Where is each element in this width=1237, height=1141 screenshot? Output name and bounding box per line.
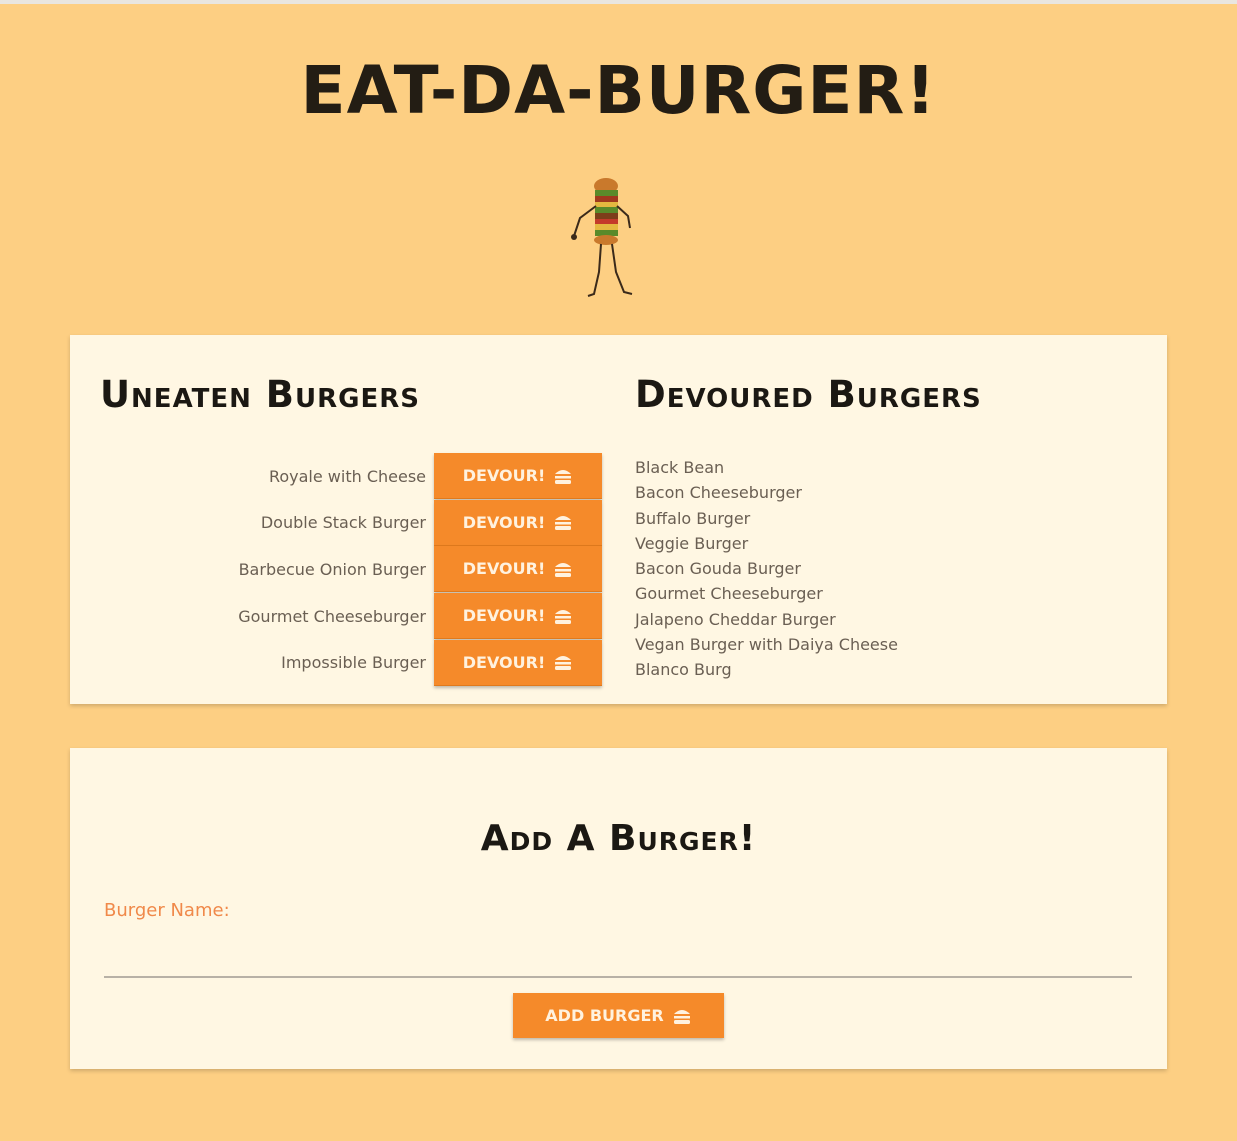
burger-name: Impossible Burger	[281, 653, 426, 673]
burger-icon	[555, 469, 572, 484]
uneaten-item: Double Stack Burger DEVOUR!	[100, 499, 602, 547]
devoured-item: Vegan Burger with Daiya Cheese	[635, 635, 898, 655]
devour-button-label: DEVOUR!	[462, 606, 546, 626]
devour-button[interactable]: DEVOUR!	[434, 453, 602, 500]
devoured-item: Veggie Burger	[635, 533, 749, 553]
devoured-item: Bacon Gouda Burger	[635, 559, 801, 579]
devour-button[interactable]: DEVOUR!	[434, 593, 602, 640]
add-burger-button[interactable]: ADD BURGER	[513, 993, 724, 1038]
burger-icon	[555, 516, 572, 531]
devour-button[interactable]: DEVOUR!	[434, 499, 602, 546]
devour-button-label: DEVOUR!	[462, 466, 546, 486]
uneaten-item: Barbecue Onion Burger DEVOUR!	[100, 546, 602, 593]
burger-name-label: Burger Name:	[104, 900, 230, 921]
devour-button-label: DEVOUR!	[462, 512, 546, 532]
page: EAT-DA-BURGER! Uneaten Burgers Devoured …	[0, 0, 1237, 1141]
uneaten-list: Royale with Cheese DEVOUR! Double Stack …	[100, 453, 602, 686]
burger-name: Barbecue Onion Burger	[238, 559, 426, 579]
burger-icon	[555, 656, 572, 671]
burger-name: Gourmet Cheeseburger	[238, 606, 426, 626]
devour-button-label: DEVOUR!	[462, 559, 546, 579]
burger-name: Royale with Cheese	[268, 466, 426, 486]
uneaten-item: Impossible Burger DEVOUR!	[100, 639, 602, 686]
uneaten-heading: Uneaten Burgers	[100, 373, 420, 416]
devour-button[interactable]: DEVOUR!	[434, 546, 602, 593]
dancing-burger-icon	[571, 178, 633, 297]
burger-name: Double Stack Burger	[260, 513, 426, 533]
devour-button-label: DEVOUR!	[462, 652, 546, 672]
uneaten-item: Gourmet Cheeseburger DEVOUR!	[100, 593, 602, 640]
burger-name-input[interactable]	[104, 938, 1132, 978]
burgers-card: Uneaten Burgers Devoured Burgers Royale …	[70, 335, 1167, 704]
devoured-item: Black Bean	[635, 458, 725, 477]
devoured-item: Jalapeno Cheddar Burger	[635, 609, 836, 629]
uneaten-item: Royale with Cheese DEVOUR!	[100, 453, 602, 500]
burger-icon	[555, 609, 572, 624]
devoured-item: Gourmet Cheeseburger	[635, 584, 823, 604]
devoured-item: Buffalo Burger	[635, 508, 751, 528]
burger-icon	[673, 1009, 690, 1024]
add-burger-card: Add A Burger! Burger Name: ADD BURGER	[70, 748, 1167, 1069]
add-burger-heading: Add A Burger!	[480, 818, 757, 859]
devoured-item: Bacon Cheeseburger	[635, 483, 802, 503]
devoured-heading: Devoured Burgers	[635, 373, 982, 416]
burger-icon	[555, 562, 572, 577]
devour-button[interactable]: DEVOUR!	[434, 639, 602, 686]
devoured-item: Blanco Burg	[635, 660, 732, 680]
page-title: EAT-DA-BURGER!	[300, 52, 937, 129]
add-burger-button-label: ADD BURGER	[545, 1006, 664, 1025]
devoured-list: Black Bean Bacon Cheeseburger Buffalo Bu…	[635, 455, 898, 683]
